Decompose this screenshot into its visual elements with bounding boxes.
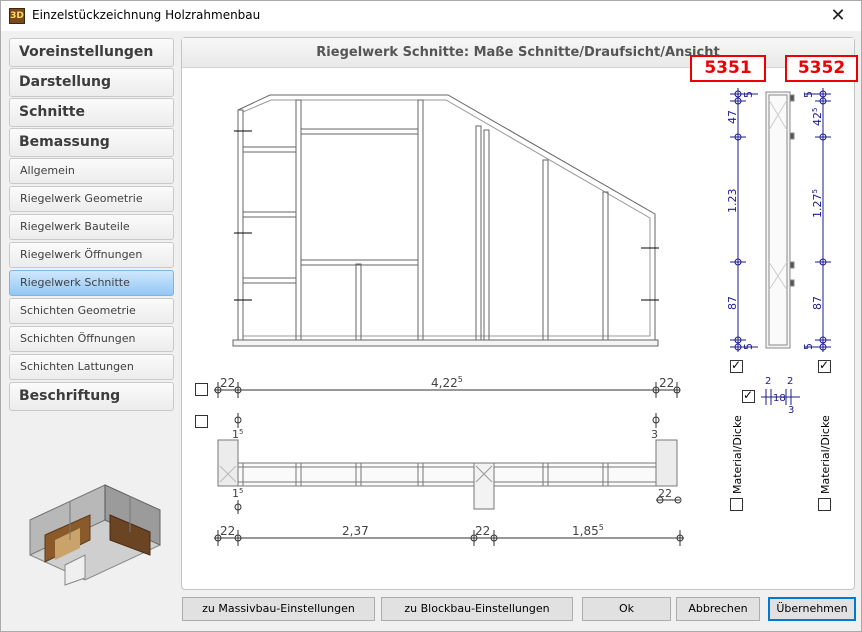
dim-bot-1: 22: [220, 524, 235, 538]
dim-vr-4: 87: [811, 296, 824, 310]
window-title: Einzelstückzeichnung Holzrahmenbau: [32, 8, 261, 22]
dim-thick-c: 18: [773, 393, 786, 404]
blockbau-settings-button[interactable]: zu Blockbau-Einstellungen: [381, 597, 573, 621]
vertical-section: [765, 91, 795, 349]
building-preview-image: [29, 484, 161, 586]
left-vertical-dim-checkbox[interactable]: [730, 358, 743, 373]
nav-riegelwerk-schnitte[interactable]: Riegelwerk Schnitte: [9, 270, 174, 296]
material-right-label: Material/Dicke: [819, 415, 832, 494]
top-dim-checkbox[interactable]: [195, 383, 208, 396]
dim-thick-b: 2: [787, 376, 793, 387]
nav-riegelwerk-oeffnungen[interactable]: Riegelwerk Öffnungen: [9, 242, 174, 268]
dim-top-left: 22: [220, 376, 235, 390]
material-right-checkbox[interactable]: [818, 498, 831, 511]
massivbau-settings-button[interactable]: zu Massivbau-Einstellungen: [182, 597, 375, 621]
nav-bemassung[interactable]: Bemassung: [9, 128, 174, 157]
wall-drawing: 22 4,225 22 15 3 15 22 22 2,37 22 1,855: [214, 88, 831, 546]
nav-voreinstellungen[interactable]: Voreinstellungen: [9, 38, 174, 67]
plan-section: [217, 439, 678, 510]
apply-button[interactable]: Übernehmen: [768, 597, 856, 621]
nav-riegelwerk-bauteile[interactable]: Riegelwerk Bauteile: [9, 214, 174, 240]
dim-sec-right-b: 22: [658, 487, 672, 500]
dim-top-mid: 4,225: [431, 375, 463, 390]
material-left-checkbox[interactable]: [730, 498, 743, 511]
right-vertical-dim-checkbox[interactable]: [818, 358, 831, 373]
nav-schichten-oeffnungen[interactable]: Schichten Öffnungen: [9, 326, 174, 352]
dim-vr-1: 5: [802, 91, 815, 98]
dim-vr-5: 5: [802, 343, 815, 350]
dim-bot-4: 1,855: [572, 523, 604, 538]
app-icon: 3D: [9, 8, 25, 24]
dim-sec-left-a: 15: [232, 428, 243, 441]
nav-allgemein[interactable]: Allgemein: [9, 158, 174, 184]
nav-schichten-lattungen[interactable]: Schichten Lattungen: [9, 354, 174, 380]
nav-schichten-geometrie[interactable]: Schichten Geometrie: [9, 298, 174, 324]
dim-top-right: 22: [659, 376, 674, 390]
dim-vl-5: 5: [742, 343, 755, 350]
dim-vl-1: 5: [742, 91, 755, 98]
dim-thick-d: 3: [788, 405, 794, 416]
thickness-dim-checkbox[interactable]: [742, 388, 755, 403]
dim-vr-3: 1.275: [811, 189, 824, 218]
dim-sec-left-b: 15: [232, 487, 243, 500]
close-button[interactable]: ✕: [815, 1, 861, 31]
dim-vl-4: 87: [726, 296, 739, 310]
dim-vl-3: 1.23: [726, 189, 739, 214]
dim-sec-right: 3: [651, 428, 658, 441]
material-left-label: Material/Dicke: [731, 415, 744, 494]
ok-button[interactable]: Ok: [582, 597, 671, 621]
dim-bot-3: 22: [475, 524, 490, 538]
nav-schnitte[interactable]: Schnitte: [9, 98, 174, 127]
nav-darstellung[interactable]: Darstellung: [9, 68, 174, 97]
title-bar: 3D Einzelstückzeichnung Holzrahmenbau ✕: [0, 0, 862, 31]
dim-bot-2: 2,37: [342, 524, 369, 538]
cancel-button[interactable]: Abbrechen: [676, 597, 760, 621]
dim-thick-a: 2: [765, 376, 771, 387]
nav-riegelwerk-geometrie[interactable]: Riegelwerk Geometrie: [9, 186, 174, 212]
dim-vr-2: 425: [811, 108, 824, 126]
nav-beschriftung[interactable]: Beschriftung: [9, 382, 174, 411]
dim-vl-2: 47: [726, 110, 739, 124]
section-dim-checkbox[interactable]: [195, 415, 208, 428]
